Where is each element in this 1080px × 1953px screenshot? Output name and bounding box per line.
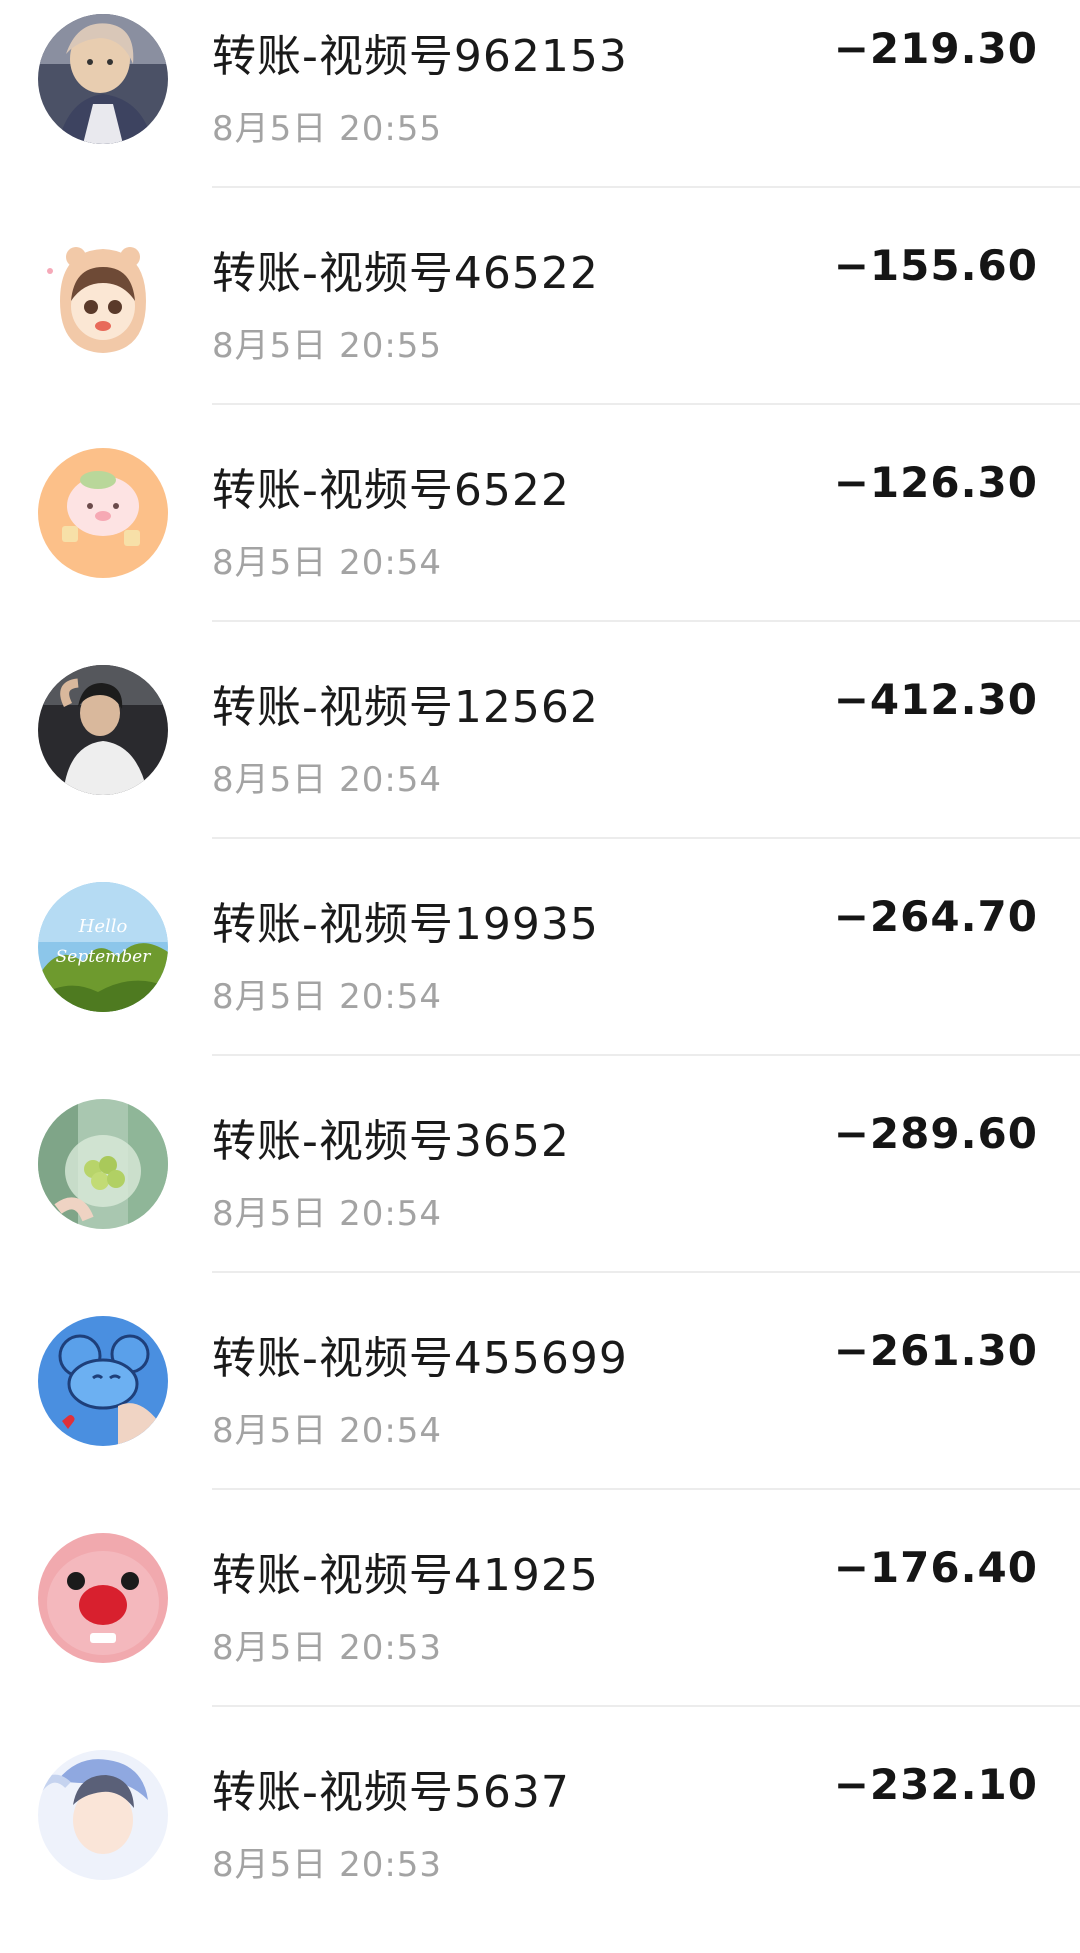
- transaction-time: 8月5日 20:54: [212, 1411, 443, 1451]
- transaction-amount: −264.70: [833, 892, 1038, 941]
- transaction-amount: −126.30: [833, 458, 1038, 507]
- avatar[interactable]: [38, 14, 168, 144]
- avatar-photo-hello-september-trees: Hello September: [38, 882, 168, 1012]
- transaction-title: 转账-视频号12562: [212, 682, 599, 733]
- avatar-cartoon-pink-pig: [38, 448, 168, 578]
- transaction-time: 8月5日 20:54: [212, 977, 443, 1017]
- divider: [212, 1705, 1080, 1707]
- transaction-amount: −219.30: [833, 24, 1038, 73]
- divider: [212, 837, 1080, 839]
- avatar-photo-girl-jacket: [38, 14, 168, 144]
- transaction-amount: −412.30: [833, 675, 1038, 724]
- transaction-row[interactable]: 转账-视频号3652 8月5日 20:54 −289.60: [0, 1085, 1080, 1302]
- transaction-amount: −176.40: [833, 1543, 1038, 1592]
- transaction-row[interactable]: 转账-视频号5637 8月5日 20:53 −232.10: [0, 1736, 1080, 1953]
- transaction-title: 转账-视频号19935: [212, 899, 599, 950]
- avatar-photo-boy-white-shirt: [38, 665, 168, 795]
- avatar-manga-boy: [38, 1750, 168, 1880]
- transaction-amount: −232.10: [833, 1760, 1038, 1809]
- transaction-time: 8月5日 20:53: [212, 1845, 443, 1885]
- transaction-row[interactable]: Hello September 转账-视频号19935 8月5日 20:54 −…: [0, 868, 1080, 1085]
- transaction-amount: −155.60: [833, 241, 1038, 290]
- divider: [212, 186, 1080, 188]
- transaction-title: 转账-视频号41925: [212, 1550, 599, 1601]
- avatar[interactable]: [38, 1750, 168, 1880]
- avatar[interactable]: [38, 448, 168, 578]
- avatar-photo-grapes-in-glass: [38, 1099, 168, 1229]
- avatar-text-hello: Hello: [78, 916, 128, 937]
- transaction-title: 转账-视频号5637: [212, 1767, 570, 1818]
- transaction-time: 8月5日 20:54: [212, 760, 443, 800]
- transaction-time: 8月5日 20:53: [212, 1628, 443, 1668]
- transaction-title: 转账-视频号455699: [212, 1333, 628, 1384]
- avatar[interactable]: [38, 1533, 168, 1663]
- avatar[interactable]: [38, 1316, 168, 1446]
- avatar[interactable]: [38, 665, 168, 795]
- avatar[interactable]: [38, 231, 168, 361]
- transaction-row[interactable]: 转账-视频号12562 8月5日 20:54 −412.30: [0, 651, 1080, 868]
- transaction-row[interactable]: 转账-视频号962153 8月5日 20:55 −219.30: [0, 0, 1080, 217]
- divider: [212, 1054, 1080, 1056]
- transaction-amount: −289.60: [833, 1109, 1038, 1158]
- transaction-time: 8月5日 20:54: [212, 543, 443, 583]
- transaction-time: 8月5日 20:55: [212, 326, 443, 366]
- transaction-amount: −261.30: [833, 1326, 1038, 1375]
- divider: [212, 1271, 1080, 1273]
- transaction-title: 转账-视频号962153: [212, 31, 628, 82]
- transaction-time: 8月5日 20:54: [212, 1194, 443, 1234]
- avatar-plush-pink-seal: [38, 1533, 168, 1663]
- divider: [212, 1488, 1080, 1490]
- avatar[interactable]: Hello September: [38, 882, 168, 1012]
- avatar-cartoon-girl-bear-hood: [38, 231, 168, 361]
- avatar-text-september: September: [56, 947, 152, 967]
- avatar-cartoon-blue-mouse: [38, 1316, 168, 1446]
- divider: [212, 620, 1080, 622]
- transaction-row[interactable]: 转账-视频号455699 8月5日 20:54 −261.30: [0, 1302, 1080, 1519]
- transaction-row[interactable]: 转账-视频号46522 8月5日 20:55 −155.60: [0, 217, 1080, 434]
- transaction-title: 转账-视频号3652: [212, 1116, 570, 1167]
- avatar[interactable]: [38, 1099, 168, 1229]
- transaction-row[interactable]: 转账-视频号6522 8月5日 20:54 −126.30: [0, 434, 1080, 651]
- transaction-title: 转账-视频号46522: [212, 248, 599, 299]
- transaction-time: 8月5日 20:55: [212, 109, 443, 149]
- transaction-row[interactable]: 转账-视频号41925 8月5日 20:53 −176.40: [0, 1519, 1080, 1736]
- transaction-title: 转账-视频号6522: [212, 465, 570, 516]
- divider: [212, 403, 1080, 405]
